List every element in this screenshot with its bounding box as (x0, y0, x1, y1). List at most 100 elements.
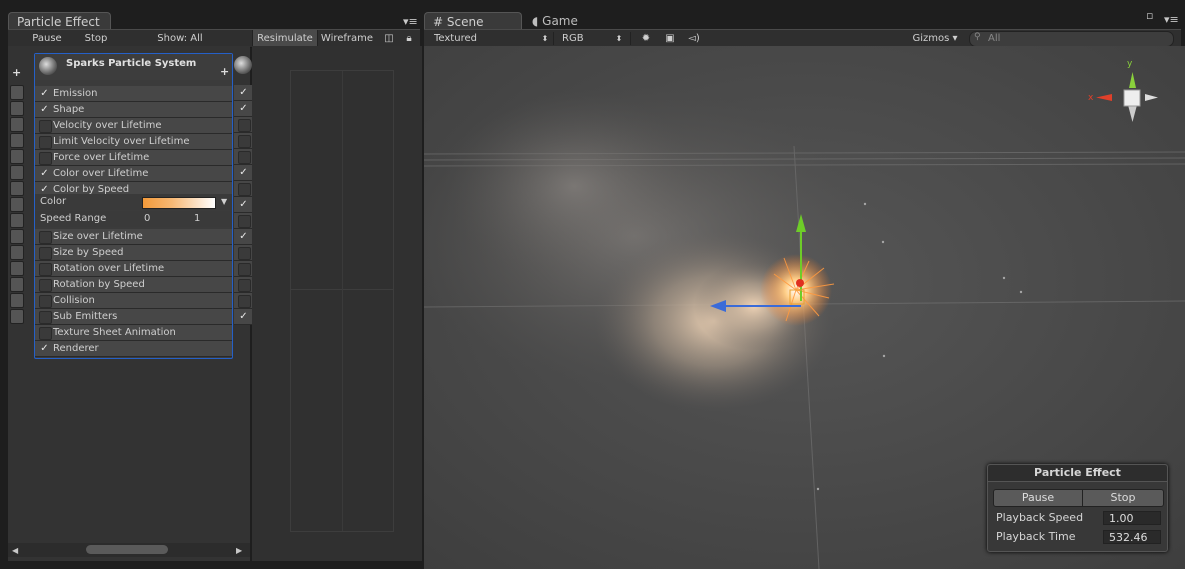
curve-toggle-button[interactable] (10, 165, 24, 180)
resimulate-toggle[interactable]: Resimulate (252, 30, 318, 47)
checkbox-checked[interactable]: ✓ (238, 87, 249, 98)
checkbox-unchecked[interactable] (39, 263, 52, 276)
checkbox-unchecked[interactable] (39, 311, 52, 324)
checkbox-checked[interactable]: ✓ (238, 231, 249, 242)
checkbox-unchecked[interactable] (238, 295, 251, 308)
curve-toggle-button[interactable] (10, 293, 24, 308)
checkbox-unchecked[interactable] (238, 151, 251, 164)
module-header[interactable]: Sparks Particle System + (35, 54, 232, 80)
gizmos-dropdown[interactable]: Gizmos ▾ (910, 30, 960, 47)
add-curve-icon[interactable]: + (12, 66, 21, 79)
tab-game[interactable]: ◖ Game (524, 12, 610, 30)
speed-range-max[interactable]: 1 (194, 211, 200, 227)
module-label: Velocity over Lifetime (53, 120, 162, 131)
playback-time-field[interactable]: 532.46 (1103, 530, 1161, 544)
image-toggle-icon[interactable]: ▣ (660, 30, 680, 47)
checkbox-unchecked[interactable] (39, 247, 52, 260)
checkbox-unchecked[interactable] (238, 183, 251, 196)
checkbox-checked[interactable]: ✓ (39, 104, 50, 115)
checkbox-unchecked[interactable] (238, 215, 251, 228)
horizontal-scrollbar[interactable]: ◀ ▶ (8, 543, 250, 557)
checkbox-unchecked[interactable] (39, 295, 52, 308)
checkbox-checked[interactable]: ✓ (238, 167, 249, 178)
checkbox-unchecked[interactable] (39, 279, 52, 292)
search-input[interactable]: All (988, 33, 1000, 44)
checkbox-unchecked[interactable] (238, 279, 251, 292)
audio-toggle-icon[interactable]: ◅) (684, 30, 704, 47)
scroll-thumb[interactable] (86, 545, 168, 554)
module-row[interactable]: Rotation by Speed (35, 277, 232, 293)
curve-toggle-button[interactable] (10, 277, 24, 292)
color-gradient-field[interactable] (142, 197, 216, 209)
checkbox-checked[interactable]: ✓ (39, 343, 50, 354)
render-mode-dropdown[interactable]: Textured (434, 30, 477, 47)
module-row[interactable]: Sub Emitters (35, 309, 232, 325)
module-row[interactable]: Size over Lifetime (35, 229, 232, 245)
module-row[interactable]: Limit Velocity over Lifetime (35, 134, 232, 150)
checkbox-checked[interactable]: ✓ (39, 168, 50, 179)
checkbox-checked[interactable]: ✓ (238, 103, 249, 114)
curve-toggle-button[interactable] (10, 85, 24, 100)
stop-button[interactable]: Stop (74, 30, 118, 47)
pause-button[interactable]: Pause (22, 30, 72, 47)
checkbox-unchecked[interactable] (238, 247, 251, 260)
lighting-toggle-icon[interactable]: ✹ (636, 30, 656, 47)
curve-toggle-button[interactable] (10, 117, 24, 132)
module-label: Size by Speed (53, 247, 124, 258)
curve-toggle-button[interactable] (10, 149, 24, 164)
checkbox-unchecked[interactable] (238, 135, 251, 148)
module-label: Size over Lifetime (53, 231, 143, 242)
lock-icon[interactable]: 🔒︎ (402, 30, 416, 47)
module-label: Shape (53, 104, 85, 115)
checkbox-unchecked[interactable] (39, 152, 52, 165)
checkbox-unchecked[interactable] (39, 120, 52, 133)
module-row[interactable]: Size by Speed (35, 245, 232, 261)
particle-modules-panel: + Sparks Particle System + ✓ Emission ✓ Sha… (8, 46, 256, 561)
checkbox-unchecked[interactable] (39, 136, 52, 149)
layout-icon[interactable]: ◫ (382, 30, 396, 47)
color-mode-dropdown[interactable]: RGB (562, 30, 592, 47)
scroll-left-icon[interactable]: ◀ (12, 546, 18, 555)
module-row[interactable]: Velocity over Lifetime (35, 118, 232, 134)
checkbox-unchecked[interactable] (39, 327, 52, 340)
module-row[interactable]: Rotation over Lifetime (35, 261, 232, 277)
search-field[interactable]: ⚲ All (969, 31, 1174, 47)
curve-toggle-button[interactable] (10, 229, 24, 244)
checkbox-unchecked[interactable] (39, 231, 52, 244)
panel-menu-icon[interactable]: ▾≡ (403, 15, 418, 28)
module-row[interactable]: Texture Sheet Animation (35, 325, 232, 341)
curve-area (290, 70, 394, 532)
checkbox-checked[interactable]: ✓ (238, 311, 249, 322)
curve-toggle-button[interactable] (10, 309, 24, 324)
panel-menu-icon[interactable]: ▾≡ (1164, 13, 1179, 26)
checkbox-checked[interactable]: ✓ (238, 199, 249, 210)
module-label: Rotation over Lifetime (53, 263, 165, 274)
speed-range-min[interactable]: 0 (144, 211, 150, 227)
curve-toggle-button[interactable] (10, 261, 24, 276)
curve-toggle-button[interactable] (10, 133, 24, 148)
checkbox-unchecked[interactable] (238, 263, 251, 276)
module-row[interactable]: Collision (35, 293, 232, 309)
checkbox-checked[interactable]: ✓ (39, 88, 50, 99)
scroll-right-icon[interactable]: ▶ (236, 546, 242, 555)
add-module-icon[interactable]: + (220, 65, 229, 78)
overlay-stop-button[interactable]: Stop (1082, 489, 1164, 507)
curve-toggle-button[interactable] (10, 181, 24, 196)
curve-toggle-button[interactable] (10, 245, 24, 260)
module-row[interactable]: ✓ Color over Lifetime (35, 166, 232, 182)
show-dropdown[interactable]: Show: All (148, 30, 212, 47)
overlay-pause-button[interactable]: Pause (993, 489, 1083, 507)
playback-speed-field[interactable]: 1.00 (1103, 511, 1161, 525)
checkbox-unchecked[interactable] (238, 119, 251, 132)
maximize-icon[interactable]: ▫ (1146, 9, 1153, 22)
curve-toggle-button[interactable] (10, 213, 24, 228)
chevron-down-icon[interactable]: ▼ (221, 194, 227, 210)
module-row[interactable]: ✓ Emission (35, 86, 232, 102)
module-row[interactable]: Force over Lifetime (35, 150, 232, 166)
module-row[interactable]: ✓ Renderer (35, 341, 232, 357)
curve-toggle-button[interactable] (10, 197, 24, 212)
module-row[interactable]: ✓ Shape (35, 102, 232, 118)
curve-toggle-button[interactable] (10, 101, 24, 116)
wireframe-toggle[interactable]: Wireframe (318, 30, 376, 47)
module-label: Sub Emitters (53, 311, 118, 322)
